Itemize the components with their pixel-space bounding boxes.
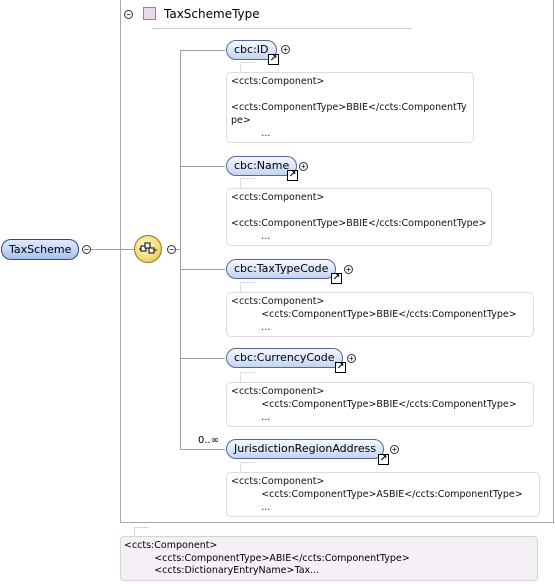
branch-taxtypecode (180, 269, 225, 270)
root-element-label: TaxScheme (9, 243, 72, 256)
reference-arrow-icon: ↗ (331, 273, 342, 284)
expand-name-icon[interactable]: + (299, 162, 308, 171)
element-jurisdictionregionaddress[interactable]: JurisdictionRegionAddress (226, 439, 385, 459)
sequence-trunk (180, 50, 181, 450)
annotation-name: <ccts:Component> <ccts:ComponentType>BBI… (226, 188, 492, 246)
sequence-compositor-icon[interactable] (134, 235, 162, 263)
element-cbc-currencycode[interactable]: cbc:CurrencyCode (226, 348, 343, 368)
branch-id (180, 50, 225, 51)
expand-currencycode-icon[interactable]: + (347, 354, 356, 363)
complex-type-icon (143, 7, 156, 20)
reference-arrow-icon: ↗ (287, 170, 298, 181)
root-connector (91, 249, 134, 250)
branch-currencycode (180, 358, 225, 359)
element-label: cbc:CurrencyCode (234, 351, 335, 364)
collapse-sequence-icon[interactable]: − (167, 245, 176, 254)
annotation-jurisdiction: <ccts:Component> <ccts:ComponentType>ASB… (226, 472, 540, 517)
reference-arrow-icon: ↗ (268, 54, 279, 65)
reference-arrow-icon: ↗ (378, 454, 389, 465)
element-label: cbc:TaxTypeCode (234, 262, 329, 275)
collapse-root-icon[interactable]: − (82, 245, 91, 254)
annotation-taxtypecode: <ccts:Component> <ccts:ComponentType>BBI… (226, 292, 534, 337)
header-divider (152, 28, 412, 29)
type-title: TaxSchemeType (164, 7, 260, 21)
root-element-taxscheme[interactable]: TaxScheme (1, 239, 80, 260)
element-label: JurisdictionRegionAddress (234, 442, 377, 455)
cardinality-label: 0..∞ (198, 435, 220, 446)
element-label: cbc:ID (234, 43, 269, 56)
expand-id-icon[interactable]: + (281, 45, 290, 54)
branch-jurisdiction (180, 449, 225, 450)
sequence-glyph-icon (139, 242, 157, 254)
type-annotation: <ccts:Component> <ccts:ComponentType>ABI… (120, 536, 538, 581)
annotation-currencycode: <ccts:Component> <ccts:ComponentType>BBI… (226, 382, 534, 427)
expand-taxtypecode-icon[interactable]: + (344, 265, 353, 274)
element-cbc-taxtypecode[interactable]: cbc:TaxTypeCode (226, 259, 337, 279)
reference-arrow-icon: ↗ (335, 362, 346, 373)
element-label: cbc:Name (234, 159, 290, 172)
collapse-type-icon[interactable]: − (124, 10, 133, 19)
sequence-connector (176, 249, 181, 250)
branch-name (180, 166, 225, 167)
expand-jurisdiction-icon[interactable]: + (390, 445, 399, 454)
annotation-id: <ccts:Component> <ccts:ComponentType>BBI… (226, 72, 474, 143)
